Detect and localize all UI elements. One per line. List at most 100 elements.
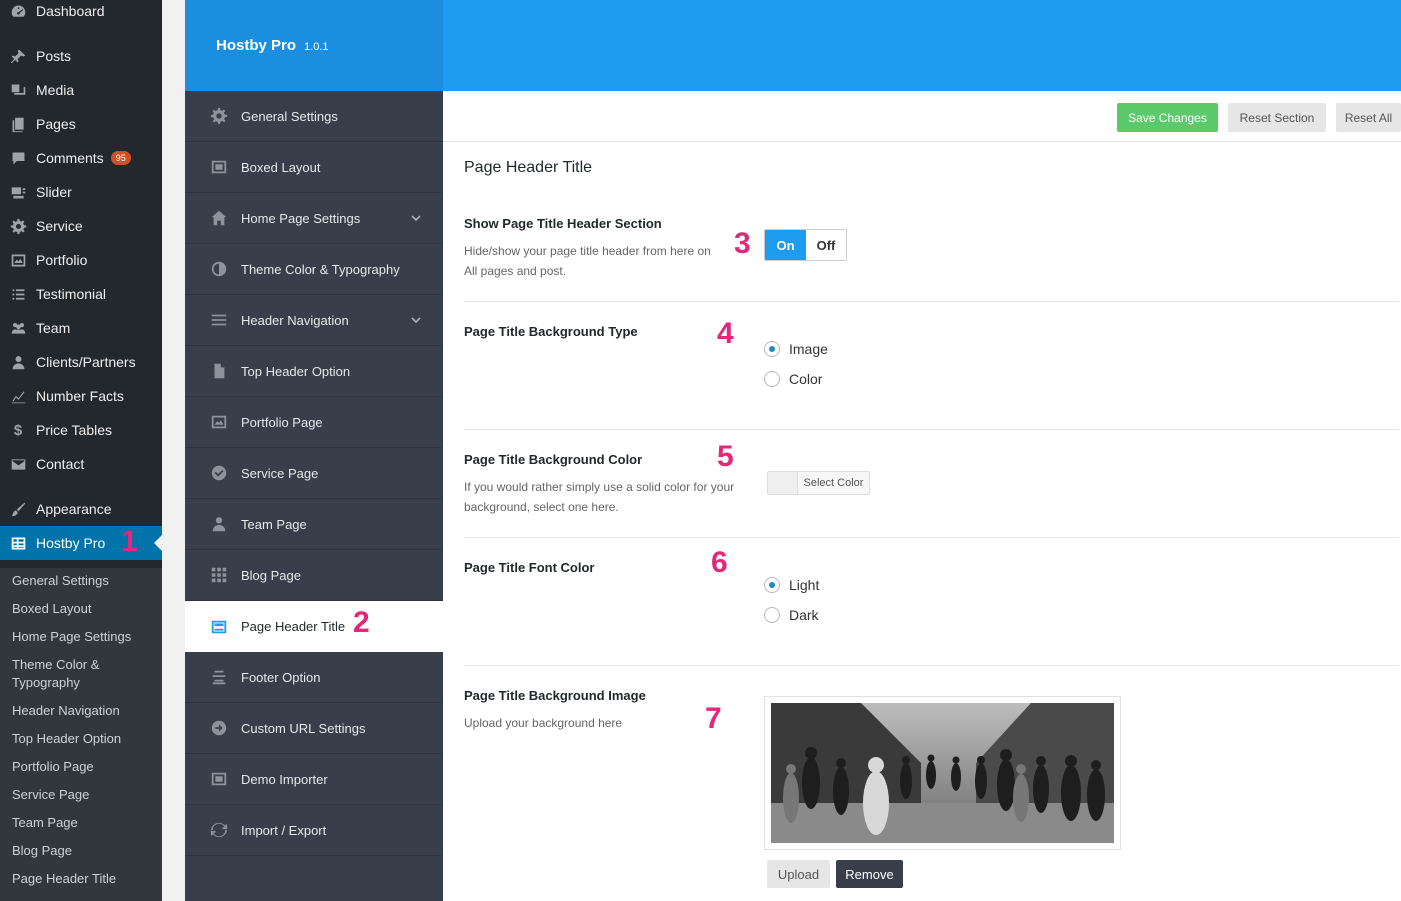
wp-menu-media[interactable]: Media xyxy=(0,75,162,105)
divider xyxy=(464,665,1399,666)
wp-menu-appearance[interactable]: Appearance xyxy=(0,494,162,524)
select-color-button[interactable]: Select Color xyxy=(767,471,870,495)
wp-menu-dashboard[interactable]: Dashboard xyxy=(0,0,162,26)
field-label-bg-image: Page Title Background Image xyxy=(464,688,646,703)
reset-section-button[interactable]: Reset Section xyxy=(1228,103,1326,132)
wp-menu-comments[interactable]: Comments 95 xyxy=(0,143,162,173)
wp-menu-label: Service xyxy=(36,218,83,234)
wp-submenu-item[interactable]: Top Header Option xyxy=(12,730,157,748)
table-icon xyxy=(8,533,28,553)
wp-submenu-item[interactable]: Home Page Settings xyxy=(12,628,157,646)
step-marker-5: 5 xyxy=(717,440,734,473)
wp-menu-team[interactable]: Team xyxy=(0,313,162,343)
radio-dot[interactable] xyxy=(764,371,780,387)
save-changes-button[interactable]: Save Changes xyxy=(1117,103,1218,132)
wp-submenu-item[interactable]: Header Navigation xyxy=(12,702,157,720)
wp-menu-service[interactable]: Service xyxy=(0,211,162,241)
wp-submenu-item[interactable]: General Settings xyxy=(12,572,157,590)
wp-menu-label: Comments xyxy=(36,150,104,166)
document-icon xyxy=(209,361,229,381)
radio-font-color-dark[interactable]: Dark xyxy=(764,607,819,623)
wp-submenu-item[interactable]: Boxed Layout xyxy=(12,600,157,618)
radio-dot-selected[interactable] xyxy=(764,577,780,593)
wp-submenu-item[interactable]: Portfolio Page xyxy=(12,758,157,776)
select-color-label: Select Color xyxy=(803,477,864,489)
section-title: Page Header Title xyxy=(464,159,593,176)
opt-nav-page-header-title[interactable]: Page Header Title xyxy=(185,601,443,652)
opt-nav-blog-page[interactable]: Blog Page xyxy=(185,550,443,601)
list-icon xyxy=(8,284,28,304)
opt-nav-label: Footer Option xyxy=(241,669,321,685)
opt-nav-team-page[interactable]: Team Page xyxy=(185,499,443,550)
wp-menu-hostby-pro[interactable]: Hostby Pro xyxy=(0,526,162,560)
reset-all-button[interactable]: Reset All xyxy=(1336,103,1401,132)
divider xyxy=(464,301,1399,302)
upload-button[interactable]: Upload xyxy=(767,860,830,888)
opt-nav-import-export[interactable]: Import / Export xyxy=(185,805,443,856)
opt-nav-label: Team Page xyxy=(241,516,307,532)
radio-bg-type-color[interactable]: Color xyxy=(764,371,822,387)
opt-nav-label: Boxed Layout xyxy=(241,159,321,175)
wp-menu-pages[interactable]: Pages xyxy=(0,109,162,139)
opt-nav-label: Blog Page xyxy=(241,567,301,583)
opt-nav-demo-importer[interactable]: Demo Importer xyxy=(185,754,443,805)
opt-nav-top-header-option[interactable]: Top Header Option xyxy=(185,346,443,397)
step-marker-1: 1 xyxy=(121,525,138,558)
wp-submenu-item[interactable]: Page Header Title xyxy=(12,870,157,888)
field-label-bg-type: Page Title Background Type xyxy=(464,324,638,339)
portfolio-icon xyxy=(8,250,28,270)
show-header-toggle[interactable]: On Off xyxy=(764,229,847,261)
wp-submenu-item[interactable]: Team Page xyxy=(12,814,157,832)
brush-icon xyxy=(8,499,28,519)
wp-menu-label: Posts xyxy=(36,48,72,64)
field-label-show-header: Show Page Title Header Section xyxy=(464,216,662,231)
wp-submenu-item[interactable]: Blog Page xyxy=(12,842,157,860)
wp-menu-number-facts[interactable]: Number Facts xyxy=(0,381,162,411)
image-icon xyxy=(209,412,229,432)
toggle-on[interactable]: On xyxy=(765,230,806,260)
opt-nav-boxed-layout[interactable]: Boxed Layout xyxy=(185,142,443,193)
wp-submenu-item[interactable]: Theme Color & Typography xyxy=(12,656,117,692)
opt-nav-general-settings[interactable]: General Settings xyxy=(185,91,443,142)
box-icon xyxy=(209,157,229,177)
box-icon xyxy=(209,769,229,789)
opt-nav-custom-url[interactable]: Custom URL Settings xyxy=(185,703,443,754)
opt-nav-portfolio-page[interactable]: Portfolio Page xyxy=(185,397,443,448)
wp-submenu-item[interactable]: Service Page xyxy=(12,786,157,804)
radio-font-color-light[interactable]: Light xyxy=(764,577,819,593)
wp-menu-portfolio[interactable]: Portfolio xyxy=(0,245,162,275)
panel-brand-name: Hostby Pro xyxy=(216,37,297,54)
slider-icon xyxy=(8,182,28,202)
radio-bg-type-image[interactable]: Image xyxy=(764,341,828,357)
radio-dot[interactable] xyxy=(764,607,780,623)
contrast-icon xyxy=(209,259,229,279)
radio-label: Light xyxy=(789,577,820,593)
wp-menu-contact[interactable]: Contact xyxy=(0,449,162,479)
opt-nav-label: Top Header Option xyxy=(241,363,351,379)
wp-menu-posts[interactable]: Posts xyxy=(0,41,162,71)
remove-button[interactable]: Remove xyxy=(836,860,903,888)
step-marker-6: 6 xyxy=(711,546,728,579)
radio-dot-selected[interactable] xyxy=(764,341,780,357)
opt-nav-label: Custom URL Settings xyxy=(241,720,366,736)
opt-nav-label: Home Page Settings xyxy=(241,210,361,226)
opt-nav-home-page-settings[interactable]: Home Page Settings xyxy=(185,193,443,244)
comment-count-badge: 95 xyxy=(110,151,131,165)
toggle-off[interactable]: Off xyxy=(806,230,846,260)
gear-icon xyxy=(209,106,229,126)
opt-nav-theme-color[interactable]: Theme Color & Typography xyxy=(185,244,443,295)
color-swatch[interactable] xyxy=(768,472,798,494)
wp-menu-price-tables[interactable]: $ Price Tables xyxy=(0,415,162,445)
wp-menu-clients[interactable]: Clients/Partners xyxy=(0,347,162,377)
opt-nav-service-page[interactable]: Service Page xyxy=(185,448,443,499)
wp-menu-slider[interactable]: Slider xyxy=(0,177,162,207)
opt-nav-footer-option[interactable]: Footer Option xyxy=(185,652,443,703)
wp-menu-label: Media xyxy=(36,82,75,98)
opt-nav-label: Page Header Title xyxy=(241,619,346,634)
wp-menu-label: Price Tables xyxy=(36,422,113,438)
refresh-icon xyxy=(209,820,229,840)
opt-nav-header-navigation[interactable]: Header Navigation xyxy=(185,295,443,346)
wp-menu-testimonial[interactable]: Testimonial xyxy=(0,279,162,309)
wp-menu-label: Number Facts xyxy=(36,388,124,404)
arrow-circle-icon xyxy=(209,718,229,738)
